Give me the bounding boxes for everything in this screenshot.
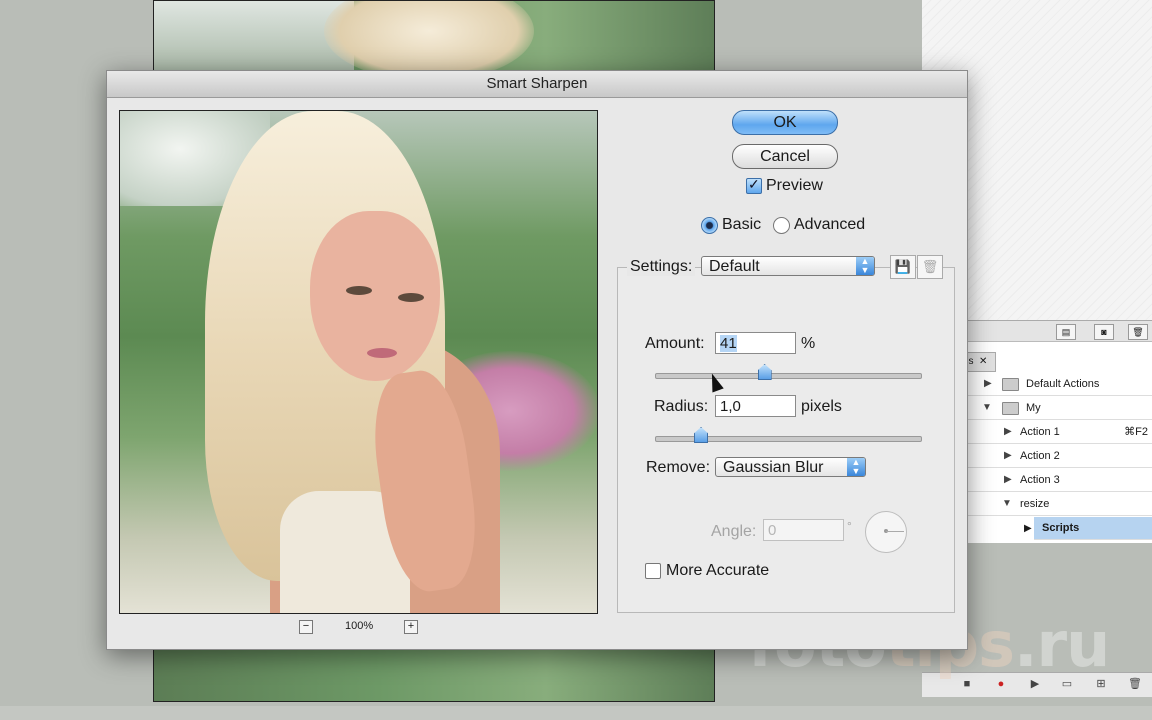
remove-value: Gaussian Blur	[723, 459, 824, 476]
list-item[interactable]: Scripts	[1034, 517, 1152, 540]
dialog-title[interactable]: Smart Sharpen	[107, 71, 967, 98]
action-label: Action 3	[1020, 474, 1060, 486]
expand-triangle-icon[interactable]: ▶	[1024, 523, 1032, 534]
settings-select[interactable]: Default ▲ ▼	[701, 256, 875, 276]
panel-menu-icon[interactable]: ▤	[1056, 324, 1076, 340]
action-set-label: My	[1026, 402, 1041, 414]
cancel-button[interactable]: Cancel	[732, 144, 838, 169]
action-set-label: Default Actions	[1026, 378, 1100, 390]
trash-icon[interactable]: 🗑	[1128, 678, 1142, 690]
amount-slider-track[interactable]	[655, 373, 922, 379]
photo-eye	[346, 286, 372, 295]
status-strip	[0, 706, 1152, 720]
camera-icon[interactable]: ◙	[1094, 324, 1114, 340]
more-accurate-checkbox[interactable]	[645, 563, 661, 579]
save-settings-icon[interactable]: 💾	[890, 255, 916, 279]
list-item[interactable]: ▶ Action 2	[964, 445, 1152, 468]
expand-triangle-icon[interactable]: ▶	[1004, 469, 1012, 491]
angle-dial[interactable]	[865, 511, 907, 553]
collapse-triangle-icon[interactable]: ▼	[982, 397, 992, 419]
angle-unit: °	[847, 519, 852, 533]
actions-panel-toolbar: ▤ ◙ 🗑	[968, 321, 1152, 342]
radius-label: Radius:	[654, 398, 709, 415]
basic-label: Basic	[722, 216, 762, 233]
list-item[interactable]: ▼ My	[964, 397, 1152, 420]
action-label: resize	[1020, 498, 1050, 510]
radius-unit: pixels	[801, 398, 842, 415]
amount-unit: %	[801, 335, 816, 352]
list-item[interactable]: ▶ Action 1 ⌘F2	[964, 421, 1152, 444]
angle-label: Angle:	[711, 523, 757, 540]
photo-lips	[367, 348, 397, 358]
remove-select[interactable]: Gaussian Blur ▲ ▼	[715, 457, 866, 477]
advanced-label: Advanced	[794, 216, 866, 233]
smart-sharpen-dialog: Smart Sharpen − 100% + OK Cancel Preview…	[106, 70, 968, 650]
action-label: Action 2	[1020, 450, 1060, 462]
chevron-updown-icon: ▲ ▼	[856, 257, 874, 275]
zoom-level: 100%	[345, 620, 374, 632]
collapse-triangle-icon[interactable]: ▼	[1002, 493, 1012, 515]
preview-label: Preview	[766, 177, 823, 194]
list-item[interactable]: ▶ Action 3	[964, 469, 1152, 492]
trash-icon[interactable]: 🗑	[1128, 324, 1148, 340]
more-accurate-label: More Accurate	[666, 562, 770, 579]
watermark-part: .ru	[1014, 608, 1110, 681]
expand-triangle-icon[interactable]: ▶	[1004, 421, 1012, 443]
advanced-radio[interactable]	[773, 217, 790, 234]
amount-label: Amount:	[645, 335, 705, 352]
action-label: Action 1	[1020, 426, 1060, 438]
expand-triangle-icon[interactable]: ▶	[984, 373, 992, 395]
preview-checkbox[interactable]	[746, 176, 762, 194]
remove-label: Remove:	[646, 459, 711, 476]
amount-field[interactable]: 41	[715, 332, 796, 354]
close-icon[interactable]: ✕	[979, 353, 987, 371]
folder-icon	[1002, 378, 1019, 391]
ok-button[interactable]: OK	[732, 110, 838, 135]
radius-field[interactable]: 1,0	[715, 395, 796, 417]
photo-eye	[398, 293, 424, 302]
basic-radio[interactable]	[701, 217, 718, 234]
chevron-updown-icon: ▲ ▼	[847, 458, 865, 476]
preview-image[interactable]	[119, 110, 598, 614]
canvas-photo-hair	[324, 1, 534, 81]
amount-value: 41	[720, 335, 737, 352]
folder-icon	[1002, 402, 1019, 415]
zoom-out-button[interactable]: −	[299, 620, 313, 634]
angle-field[interactable]: 0	[763, 519, 844, 541]
action-step-label: Scripts	[1042, 522, 1080, 534]
settings-label: Settings:	[627, 258, 696, 276]
zoom-in-button[interactable]: +	[404, 620, 418, 634]
list-item[interactable]: ▼ resize	[968, 493, 1152, 516]
expand-triangle-icon[interactable]: ▶	[1004, 445, 1012, 467]
list-item[interactable]: ▶ Default Actions	[964, 373, 1152, 396]
delete-settings-icon[interactable]: 🗑	[917, 255, 943, 279]
settings-value: Default	[709, 258, 760, 275]
shortcut-label: ⌘F2	[1124, 426, 1148, 438]
